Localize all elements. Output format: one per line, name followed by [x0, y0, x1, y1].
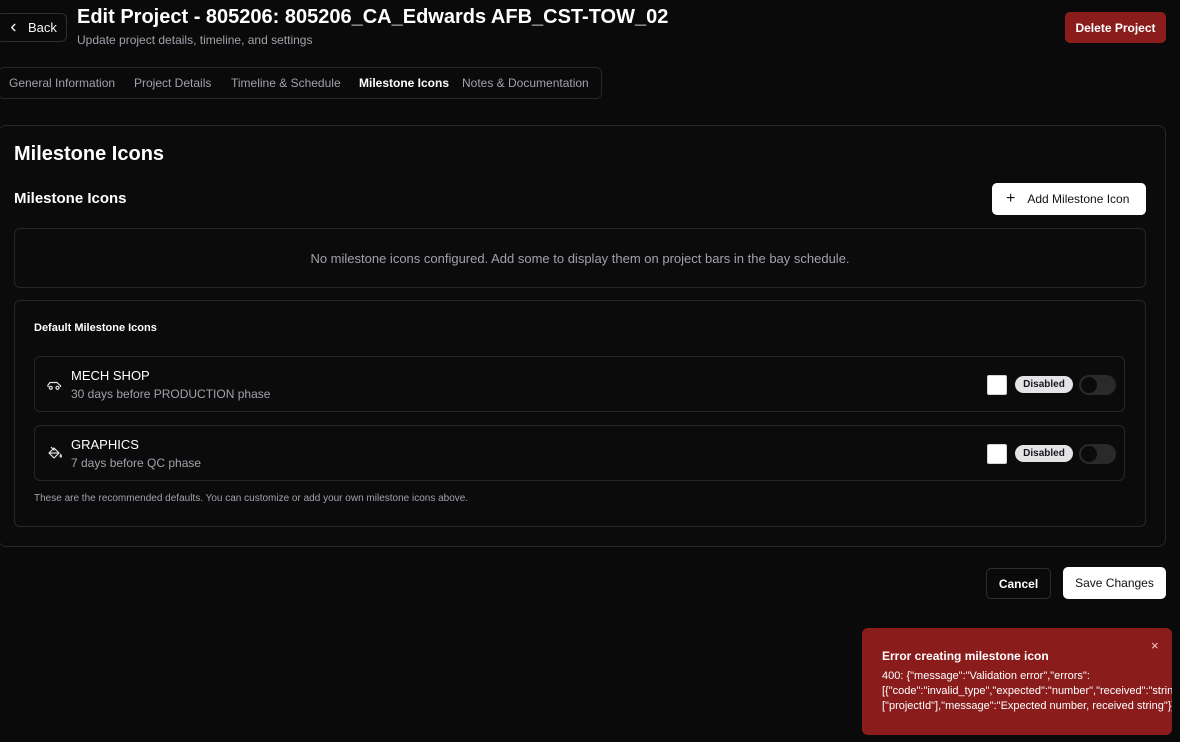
- paint-bucket-icon: [48, 446, 62, 459]
- tab-milestone-icons[interactable]: Milestone Icons: [359, 76, 449, 90]
- page-subtitle: Update project details, timeline, and se…: [77, 33, 313, 47]
- color-swatch[interactable]: [987, 375, 1007, 395]
- tab-bar: General Information Project Details Time…: [0, 67, 602, 99]
- milestone-name: MECH SHOP: [71, 368, 150, 383]
- section-title: Milestone Icons: [14, 190, 127, 207]
- status-badge: Disabled: [1015, 445, 1073, 462]
- toast-message-line: 400: {"message":"Validation error","erro…: [882, 670, 1090, 682]
- tab-project-details[interactable]: Project Details: [134, 76, 211, 90]
- toggle-knob: [1081, 377, 1097, 393]
- save-changes-button[interactable]: Save Changes: [1063, 567, 1166, 599]
- chevron-left-icon: [11, 23, 16, 32]
- enable-toggle[interactable]: [1079, 375, 1116, 395]
- toast-message: 400: {"message":"Validation error","erro…: [882, 669, 1172, 714]
- milestone-row-mech-shop: MECH SHOP 30 days before PRODUCTION phas…: [34, 356, 1125, 412]
- tab-general-information[interactable]: General Information: [9, 76, 115, 90]
- empty-state: No milestone icons configured. Add some …: [14, 228, 1146, 288]
- page-title: Edit Project - 805206: 805206_CA_Edwards…: [77, 6, 669, 28]
- toggle-knob: [1081, 446, 1097, 462]
- add-milestone-icon-label: Add Milestone Icon: [1027, 192, 1130, 206]
- back-button[interactable]: Back: [0, 13, 67, 42]
- add-milestone-icon-button[interactable]: + Add Milestone Icon: [992, 183, 1146, 215]
- milestone-row-graphics: GRAPHICS 7 days before QC phase Disabled: [34, 425, 1125, 481]
- defaults-title: Default Milestone Icons: [34, 322, 157, 334]
- status-badge: Disabled: [1015, 376, 1073, 393]
- plus-icon: +: [1006, 190, 1016, 207]
- toast-title: Error creating milestone icon: [882, 649, 1049, 663]
- color-swatch[interactable]: [987, 444, 1007, 464]
- error-toast: × Error creating milestone icon 400: {"m…: [862, 628, 1172, 735]
- delete-project-button[interactable]: Delete Project: [1065, 12, 1166, 43]
- milestone-name: GRAPHICS: [71, 437, 139, 452]
- empty-state-text: No milestone icons configured. Add some …: [310, 250, 850, 266]
- tab-timeline-schedule[interactable]: Timeline & Schedule: [231, 76, 341, 90]
- milestone-description: 7 days before QC phase: [71, 456, 202, 470]
- defaults-footnote: These are the recommended defaults. You …: [34, 493, 469, 504]
- toast-message-line: ["projectId"],"message":"Expected number…: [882, 700, 1172, 712]
- card-title: Milestone Icons: [14, 143, 165, 165]
- car-icon: [47, 381, 62, 390]
- milestone-description: 30 days before PRODUCTION phase: [71, 387, 271, 401]
- close-icon[interactable]: ×: [1151, 638, 1159, 653]
- enable-toggle[interactable]: [1079, 444, 1116, 464]
- back-label: Back: [28, 20, 57, 35]
- tab-notes-documentation[interactable]: Notes & Documentation: [462, 76, 589, 90]
- toast-message-line: [{"code":"invalid_type","expected":"numb…: [882, 685, 1172, 697]
- cancel-button[interactable]: Cancel: [986, 568, 1051, 599]
